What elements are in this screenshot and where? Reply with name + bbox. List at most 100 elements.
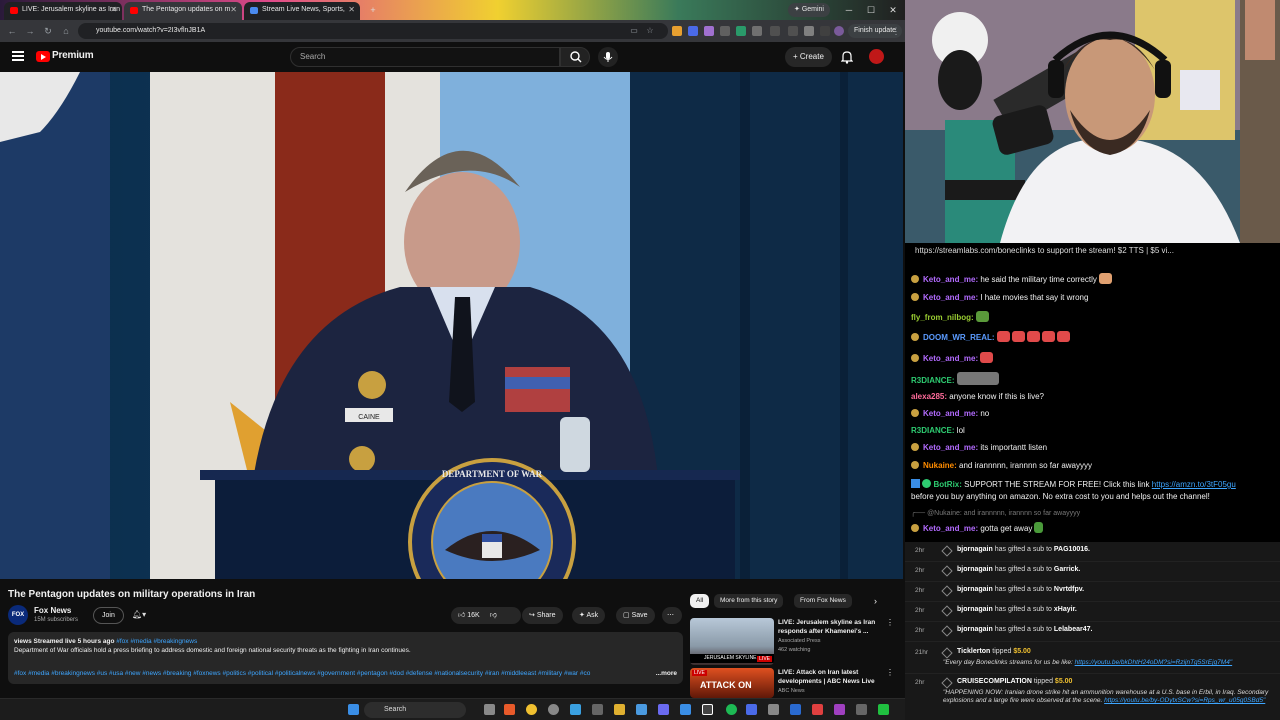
home-icon[interactable]: ⌂	[58, 23, 74, 39]
youtube-premium-logo[interactable]: Premium	[52, 50, 94, 61]
subscribed-bell-icon[interactable]: 🔔︎▾	[132, 610, 152, 622]
like-button[interactable]: 👍︎ 16K	[458, 612, 480, 619]
more-actions-icon[interactable]: ⋯	[662, 607, 682, 624]
bot-message: BotRix: SUPPORT THE STREAM FOR FREE! Cli…	[911, 479, 1236, 489]
app-icon[interactable]	[746, 704, 757, 715]
hamburger-menu-icon[interactable]	[12, 49, 24, 61]
app-icon[interactable]	[834, 704, 845, 715]
description-hashtags[interactable]: #fox #media #breakingnews #us #usa #new …	[14, 670, 654, 677]
recommended-video[interactable]: JERUSALEM SKYLINE LIVE LIVE: Jerusalem s…	[690, 618, 895, 666]
channel-avatar[interactable]: FOX	[8, 605, 28, 625]
extension-icon[interactable]	[688, 26, 698, 36]
channel-name[interactable]: Fox News	[34, 606, 71, 615]
recommended-channel: ABC News	[778, 688, 805, 694]
chrome-icon[interactable]	[526, 704, 537, 715]
profile-icon[interactable]	[820, 26, 830, 36]
kebab-menu-icon[interactable]: ⋮	[888, 23, 904, 39]
gemini-button[interactable]: ✦ Gemini	[788, 3, 830, 17]
back-icon[interactable]: ←	[4, 23, 20, 39]
video-player[interactable]: CAINE DEPARTMENT OF WAR	[0, 72, 903, 579]
chevron-right-icon[interactable]: ›	[874, 596, 877, 606]
split-icon[interactable]	[804, 26, 814, 36]
join-button[interactable]: Join	[93, 607, 124, 624]
extension-icon[interactable]	[704, 26, 714, 36]
minimize-button[interactable]: ─	[840, 2, 858, 18]
voice-search-button[interactable]	[598, 47, 618, 67]
task-view-icon[interactable]	[484, 704, 495, 715]
tip-icon	[941, 647, 953, 659]
start-icon[interactable]	[348, 704, 359, 715]
avatar[interactable]	[869, 49, 884, 64]
gift-icon	[941, 625, 953, 637]
share-button[interactable]: ↪ Share	[522, 607, 563, 624]
dislike-icon[interactable]: 👎︎	[490, 612, 497, 619]
app-icon[interactable]	[592, 704, 603, 715]
app-icon[interactable]	[504, 704, 515, 715]
youtube-logo-icon[interactable]	[36, 51, 50, 62]
kebab-menu-icon[interactable]: ⋮	[886, 618, 894, 627]
forward-icon[interactable]: →	[22, 23, 38, 39]
app-icon[interactable]	[812, 704, 823, 715]
search-input[interactable]: Search	[290, 47, 560, 67]
tip-icon	[941, 677, 953, 689]
close-tab-icon[interactable]: ✕	[230, 2, 237, 18]
emote-icon	[1041, 331, 1055, 342]
tab-pentagon[interactable]: The Pentagon updates on m ✕	[124, 2, 242, 20]
seal-text: DEPARTMENT OF WAR	[442, 469, 543, 479]
spotify-icon[interactable]	[726, 704, 737, 715]
extension-icon[interactable]	[720, 26, 730, 36]
extension-icon[interactable]	[672, 26, 682, 36]
download-icon[interactable]	[770, 26, 780, 36]
url-input[interactable]: youtube.com/watch?v=2I3vflnJB1A	[78, 23, 668, 39]
app-icon[interactable]	[570, 704, 581, 715]
ask-button[interactable]: ✦ Ask	[572, 607, 606, 624]
maximize-button[interactable]: ☐	[862, 2, 880, 18]
sidepanel-icon[interactable]	[788, 26, 798, 36]
search-button[interactable]	[560, 47, 590, 67]
extensions-puzzle-icon[interactable]	[752, 26, 762, 36]
bookmark-star-icon[interactable]: ☆	[642, 23, 658, 39]
app-icon[interactable]	[548, 704, 559, 715]
youtube-favicon-icon	[10, 7, 18, 14]
app-icon[interactable]	[790, 704, 801, 715]
app-icon[interactable]	[702, 704, 713, 715]
gift-sub-event: 2hr bjornagain has gifted a sub to PAG10…	[905, 542, 1280, 562]
chip-all[interactable]: All	[690, 594, 710, 608]
reload-icon[interactable]: ↻	[40, 23, 56, 39]
avatar[interactable]	[834, 26, 844, 36]
kebab-menu-icon[interactable]: ⋮	[886, 668, 894, 677]
chat-message: Keto_and_me: no	[911, 409, 989, 418]
show-more-link[interactable]: ...more	[656, 670, 677, 677]
tab-stream-live[interactable]: Stream Live News, Sports, ✕	[244, 2, 360, 20]
close-tab-icon[interactable]: ✕	[110, 2, 117, 18]
notifications-bell-icon[interactable]	[840, 50, 854, 64]
app-icon[interactable]	[856, 704, 867, 715]
folder-icon[interactable]	[614, 704, 625, 715]
tip-link[interactable]: https://youtu.be/bkDhtH24oDM?si=RzijnTg5…	[1075, 659, 1232, 666]
cast-icon[interactable]: ▭	[626, 23, 642, 39]
save-button[interactable]: ▢ Save	[616, 607, 655, 624]
taskbar-search[interactable]: Search	[364, 702, 466, 718]
new-tab-button[interactable]: +	[364, 2, 382, 18]
description-box[interactable]: views Streamed live 5 hours ago #fox #me…	[8, 632, 683, 684]
create-button[interactable]: + Create	[785, 47, 832, 67]
extension-icon[interactable]	[736, 26, 746, 36]
chip-more-from-story[interactable]: More from this story	[714, 594, 784, 608]
chat-message: DOOM_WR_REAL:	[911, 331, 1070, 342]
windows-taskbar: Search	[0, 698, 905, 720]
amazon-link[interactable]: https://amzn.to/3tF05gu	[1152, 480, 1236, 489]
chat-message: Keto_and_me: he said the military time c…	[911, 273, 1112, 284]
chat-message: fly_from_nilbog:	[911, 311, 989, 322]
tip-link[interactable]: https://youtu.be/by-ODytxSCw?si=Rps_wr_u…	[1104, 697, 1265, 704]
close-window-button[interactable]: ✕	[884, 2, 902, 18]
close-tab-icon[interactable]: ✕	[348, 2, 355, 18]
tab-jerusalem[interactable]: LIVE: Jerusalem skyline as Iran ✕	[4, 2, 122, 20]
app-icon[interactable]	[680, 704, 691, 715]
recommended-title: LIVE: Attack on Iran latest developments…	[778, 669, 875, 685]
app-icon[interactable]	[768, 704, 779, 715]
app-icon[interactable]	[636, 704, 647, 715]
chat-banner[interactable]: https://streamlabs.com/boneclinks to sup…	[915, 246, 1174, 255]
app-icon[interactable]	[658, 704, 669, 715]
app-icon[interactable]	[878, 704, 889, 715]
chip-from-fox-news[interactable]: From Fox News	[794, 594, 852, 608]
